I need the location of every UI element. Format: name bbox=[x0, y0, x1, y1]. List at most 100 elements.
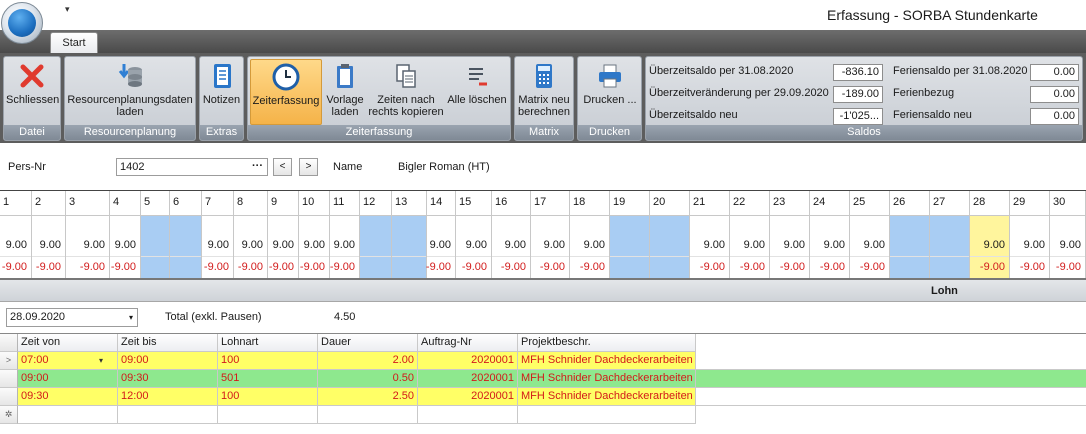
calendar-day-cell[interactable] bbox=[360, 216, 391, 279]
calendar-day-19[interactable]: 19 bbox=[610, 191, 650, 279]
calendar-day-cell[interactable]: 9.00 -9.00 bbox=[268, 216, 298, 279]
print-button[interactable]: Drucken ... bbox=[580, 59, 640, 125]
calendar-day-cell[interactable]: 9.00 -9.00 bbox=[492, 216, 530, 279]
calendar-day-13[interactable]: 13 bbox=[392, 191, 427, 279]
calendar-day-cell[interactable]: 9.00 -9.00 bbox=[970, 216, 1009, 279]
delete-all-button[interactable]: Alle löschen bbox=[446, 59, 508, 125]
load-resource-data-button[interactable]: Resourcenplanungsdaten laden bbox=[67, 59, 193, 125]
calendar-day-18[interactable]: 18 9.00 -9.00 bbox=[570, 191, 610, 279]
next-person-button[interactable]: > bbox=[299, 158, 318, 176]
time-entry-row[interactable]: >07:00 ▾ 09:00 100 2.00 2020001 MFH Schnider D… bbox=[0, 352, 1086, 370]
calendar-day-9[interactable]: 9 9.00 -9.00 bbox=[268, 191, 299, 279]
new-cell-projekt[interactable] bbox=[518, 406, 696, 424]
calendar-day-cell[interactable]: 9.00 -9.00 bbox=[531, 216, 569, 279]
cell-lohnart[interactable]: 501 bbox=[218, 370, 318, 388]
column-header-dauer[interactable]: Dauer bbox=[318, 334, 418, 352]
pers-nr-input[interactable]: 1402 ··· bbox=[116, 158, 268, 176]
calendar-day-2[interactable]: 2 9.00 -9.00 bbox=[32, 191, 66, 279]
notes-button[interactable]: Notizen bbox=[201, 59, 242, 125]
column-header-von[interactable]: Zeit von bbox=[18, 334, 118, 352]
zeiterfassung-button[interactable]: Zeiterfassung bbox=[250, 59, 322, 125]
cell-auftrag[interactable]: 2020001 bbox=[418, 370, 518, 388]
new-cell-dauer[interactable] bbox=[318, 406, 418, 424]
cell-bis[interactable]: 09:00 bbox=[118, 352, 218, 370]
cell-bis[interactable]: 12:00 bbox=[118, 388, 218, 406]
calendar-day-3[interactable]: 3 9.00 -9.00 bbox=[66, 191, 110, 279]
calendar-day-cell[interactable]: 9.00 -9.00 bbox=[330, 216, 359, 279]
calendar-day-cell[interactable] bbox=[141, 216, 169, 279]
row-indicator[interactable] bbox=[0, 370, 18, 388]
cell-projekt[interactable]: MFH Schnider Dachdeckerarbeiten bbox=[518, 352, 696, 370]
cell-bis[interactable]: 09:30 bbox=[118, 370, 218, 388]
cell-von[interactable]: 09:30 bbox=[18, 388, 118, 406]
calendar-day-cell[interactable]: 9.00 -9.00 bbox=[770, 216, 809, 279]
quick-access-dropdown-icon[interactable]: ▾ bbox=[65, 4, 70, 15]
new-cell-lohnart[interactable] bbox=[218, 406, 318, 424]
calendar-day-23[interactable]: 23 9.00 -9.00 bbox=[770, 191, 810, 279]
application-menu-button[interactable] bbox=[1, 2, 43, 44]
calendar-day-cell[interactable] bbox=[170, 216, 201, 279]
calendar-day-cell[interactable]: 9.00 -9.00 bbox=[299, 216, 329, 279]
calendar-day-11[interactable]: 11 9.00 -9.00 bbox=[330, 191, 360, 279]
close-button[interactable]: Schliessen bbox=[6, 59, 59, 125]
calendar-day-29[interactable]: 29 9.00 -9.00 bbox=[1010, 191, 1050, 279]
column-header-projekt[interactable]: Projektbeschr. bbox=[518, 334, 696, 352]
cell-projekt[interactable]: MFH Schnider Dachdeckerarbeiten bbox=[518, 370, 696, 388]
calendar-day-cell[interactable]: 9.00 -9.00 bbox=[730, 216, 769, 279]
cell-dauer[interactable]: 2.50 bbox=[318, 388, 418, 406]
calendar-day-cell[interactable] bbox=[890, 216, 929, 279]
column-header-lohnart[interactable]: Lohnart bbox=[218, 334, 318, 352]
calendar-day-6[interactable]: 6 bbox=[170, 191, 202, 279]
calendar-day-cell[interactable]: 9.00 -9.00 bbox=[110, 216, 140, 279]
cell-lohnart[interactable]: 100 bbox=[218, 388, 318, 406]
calendar-day-cell[interactable]: 9.00 -9.00 bbox=[456, 216, 491, 279]
calendar-day-cell[interactable]: 9.00 -9.00 bbox=[570, 216, 609, 279]
calendar-day-4[interactable]: 4 9.00 -9.00 bbox=[110, 191, 141, 279]
time-dropdown-icon[interactable]: ▾ bbox=[99, 352, 103, 369]
previous-person-button[interactable]: < bbox=[273, 158, 292, 176]
calendar-day-cell[interactable]: 9.00 -9.00 bbox=[810, 216, 849, 279]
cell-lohnart[interactable]: 100 bbox=[218, 352, 318, 370]
calendar-day-cell[interactable] bbox=[650, 216, 689, 279]
calendar-day-21[interactable]: 21 9.00 -9.00 bbox=[690, 191, 730, 279]
calendar-day-10[interactable]: 10 9.00 -9.00 bbox=[299, 191, 330, 279]
calendar-day-1[interactable]: 1 9.00 -9.00 bbox=[0, 191, 32, 279]
calendar-day-cell[interactable]: 9.00 -9.00 bbox=[850, 216, 889, 279]
time-entry-row[interactable]: 09:00 09:30 501 0.50 2020001 MFH Schnider Dac… bbox=[0, 370, 1086, 388]
calendar-day-8[interactable]: 8 9.00 -9.00 bbox=[234, 191, 268, 279]
lookup-ellipsis-icon[interactable]: ··· bbox=[252, 158, 263, 174]
cell-dauer[interactable]: 0.50 bbox=[318, 370, 418, 388]
calendar-day-14[interactable]: 14 9.00 -9.00 bbox=[426, 191, 456, 279]
column-header-bis[interactable]: Zeit bis bbox=[118, 334, 218, 352]
recalculate-matrix-button[interactable]: Matrix neu berechnen bbox=[516, 59, 572, 125]
cell-auftrag[interactable]: 2020001 bbox=[418, 352, 518, 370]
new-cell-bis[interactable] bbox=[118, 406, 218, 424]
copy-times-right-button[interactable]: Zeiten nach rechts kopieren bbox=[368, 59, 444, 125]
calendar-day-cell[interactable] bbox=[930, 216, 969, 279]
row-indicator[interactable] bbox=[0, 388, 18, 406]
calendar-day-cell[interactable] bbox=[610, 216, 649, 279]
time-entry-row[interactable]: 09:30 12:00 100 2.50 2020001 MFH Schnider Dac… bbox=[0, 388, 1086, 406]
calendar-day-22[interactable]: 22 9.00 -9.00 bbox=[730, 191, 770, 279]
new-cell-von[interactable] bbox=[18, 406, 118, 424]
new-entry-row[interactable]: ✲ bbox=[0, 406, 1086, 424]
calendar-day-cell[interactable]: 9.00 -9.00 bbox=[1010, 216, 1049, 279]
calendar-day-cell[interactable]: 9.00 -9.00 bbox=[32, 216, 65, 279]
calendar-day-28[interactable]: 28 9.00 -9.00 bbox=[970, 191, 1010, 279]
cell-von[interactable]: 07:00 ▾ bbox=[18, 352, 118, 370]
new-cell-auftrag[interactable] bbox=[418, 406, 518, 424]
calendar-day-16[interactable]: 16 9.00 -9.00 bbox=[492, 191, 531, 279]
load-template-button[interactable]: Vorlage laden bbox=[324, 59, 366, 125]
calendar-day-cell[interactable]: 9.00 -9.00 bbox=[1050, 216, 1085, 279]
calendar-day-cell[interactable] bbox=[392, 216, 426, 279]
calendar-day-cell[interactable]: 9.00 -9.00 bbox=[234, 216, 267, 279]
calendar-day-27[interactable]: 27 bbox=[930, 191, 970, 279]
calendar-day-5[interactable]: 5 bbox=[141, 191, 170, 279]
column-header-auftrag[interactable]: Auftrag-Nr bbox=[418, 334, 518, 352]
calendar-day-7[interactable]: 7 9.00 -9.00 bbox=[202, 191, 234, 279]
calendar-day-15[interactable]: 15 9.00 -9.00 bbox=[456, 191, 492, 279]
calendar-day-25[interactable]: 25 9.00 -9.00 bbox=[850, 191, 890, 279]
tab-start[interactable]: Start bbox=[50, 32, 98, 53]
current-row-indicator-icon[interactable]: > bbox=[0, 352, 18, 370]
calendar-day-12[interactable]: 12 bbox=[360, 191, 392, 279]
